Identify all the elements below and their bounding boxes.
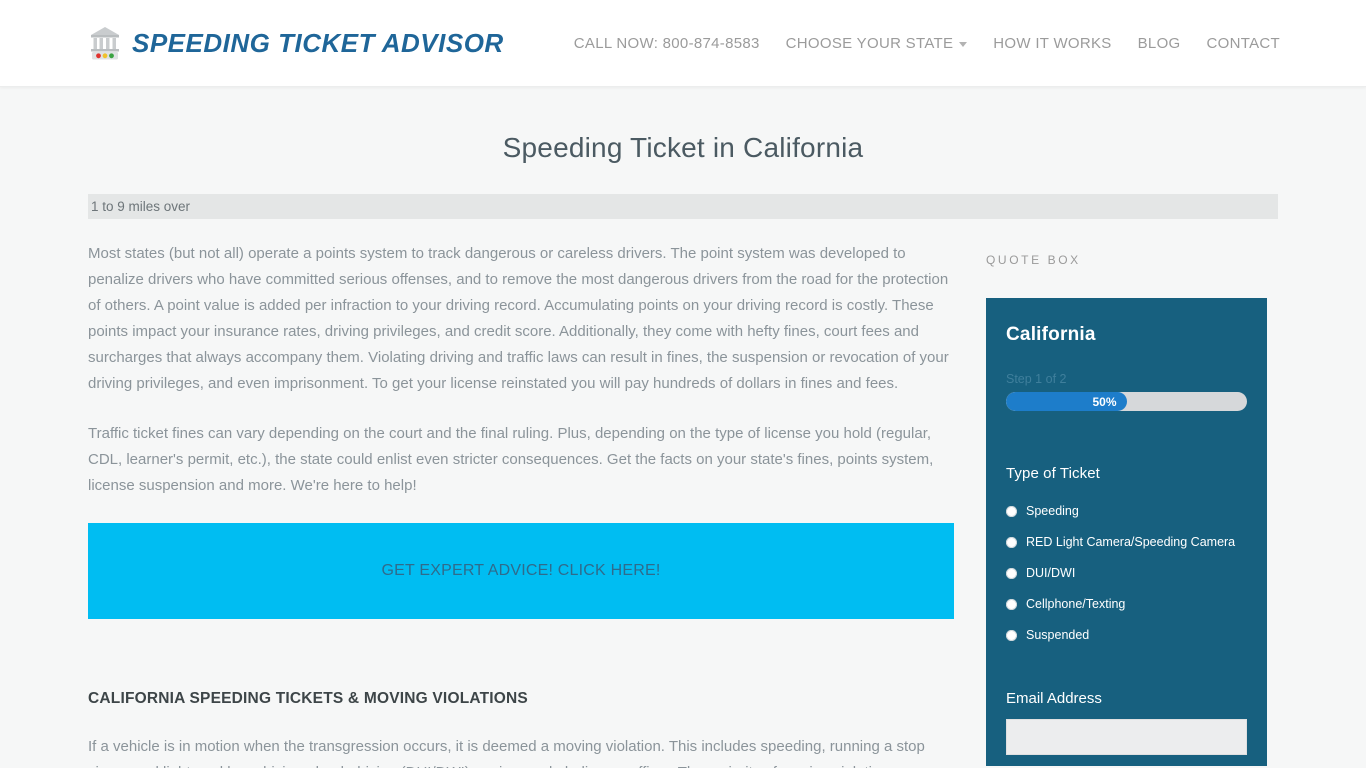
site-header: SPEEDING TICKET ADVISOR CALL NOW: 800-87… [0,0,1366,87]
main-navigation: CALL NOW: 800-874-8583 CHOOSE YOUR STATE… [574,35,1280,52]
courthouse-traffic-light-icon [88,24,122,62]
chevron-down-icon [959,41,968,47]
radio-button-icon[interactable] [1006,536,1017,548]
quote-box-form: California Step 1 of 2 50% Type of Ticke… [986,298,1267,766]
radio-option-dui-dwi[interactable]: DUI/DWI [1006,566,1247,580]
brand-name: SPEEDING TICKET ADVISOR [132,27,504,58]
fine-table-header-row: 1 to 9 miles over [88,194,1278,219]
quote-progress-bar: 50% [1006,392,1247,411]
nav-label: HOW IT WORKS [993,34,1112,52]
nav-item-choose-your-state[interactable]: CHOOSE YOUR STATE [786,35,968,52]
content-wrapper: 1 to 9 miles over Most states (but not a… [88,194,1278,768]
radio-option-speeding[interactable]: Speeding [1006,504,1247,518]
nav-label: CHOOSE YOUR STATE [785,34,954,52]
nav-label: CONTACT [1206,34,1280,52]
radio-option-label: Suspended [1026,628,1090,642]
sidebar: QUOTE BOX California Step 1 of 2 50% Typ… [986,241,1270,768]
table-header-cell-miles-over: 1 to 9 miles over [91,199,191,214]
expert-advice-cta-banner[interactable]: GET EXPERT ADVICE! CLICK HERE! [88,523,954,619]
nav-item-call-now[interactable]: CALL NOW: 800-874-8583 [574,35,760,52]
field-label-type-of-ticket: Type of Ticket [1006,465,1100,482]
radio-button-icon[interactable] [1006,505,1017,517]
nav-item-contact[interactable]: CONTACT [1207,35,1280,52]
article-column: Most states (but not all) operate a poin… [88,241,954,768]
quote-box-step-text: Step 1 of 2 [1006,372,1067,386]
email-input[interactable] [1006,719,1247,755]
radio-button-icon[interactable] [1006,567,1017,579]
radio-option-label: Cellphone/Texting [1026,597,1126,611]
nav-label: BLOG [1137,34,1181,52]
radio-button-icon[interactable] [1006,598,1017,610]
page-body: Speeding Ticket in California 1 to 9 mil… [0,87,1366,768]
radio-option-suspended[interactable]: Suspended [1006,628,1247,642]
page-title: Speeding Ticket in California [502,132,864,163]
site-logo[interactable]: SPEEDING TICKET ADVISOR [88,24,504,62]
intro-paragraph-1: Most states (but not all) operate a poin… [88,245,949,392]
nav-item-how-it-works[interactable]: HOW IT WORKS [993,35,1111,52]
two-column-layout: Most states (but not all) operate a poin… [88,241,1278,768]
radio-option-label: RED Light Camera/Speeding Camera [1026,535,1236,549]
ticket-type-radio-group: Speeding RED Light Camera/Speeding Camer… [1006,504,1247,642]
radio-option-red-light-camera[interactable]: RED Light Camera/Speeding Camera [1006,535,1247,549]
quote-box-state-heading: California [1006,324,1096,345]
progress-percent-label: 50% [1092,394,1117,409]
radio-option-cellphone-texting[interactable]: Cellphone/Texting [1006,597,1247,611]
radio-option-label: DUI/DWI [1026,566,1076,580]
progress-fill: 50% [1006,392,1127,411]
section-heading-moving-violations: CALIFORNIA SPEEDING TICKETS & MOVING VIO… [88,690,528,707]
intro-paragraph-2: Traffic ticket fines can vary depending … [88,425,934,494]
nav-label: CALL NOW: 800-874-8583 [573,34,760,52]
moving-violations-paragraph: If a vehicle is in motion when the trans… [88,738,925,768]
nav-item-blog[interactable]: BLOG [1138,35,1181,52]
widget-title-quote-box: QUOTE BOX [986,253,1081,267]
radio-button-icon[interactable] [1006,629,1017,641]
cta-label: GET EXPERT ADVICE! CLICK HERE! [381,562,661,579]
field-label-email-address: Email Address [1006,690,1102,707]
radio-option-label: Speeding [1026,504,1079,518]
